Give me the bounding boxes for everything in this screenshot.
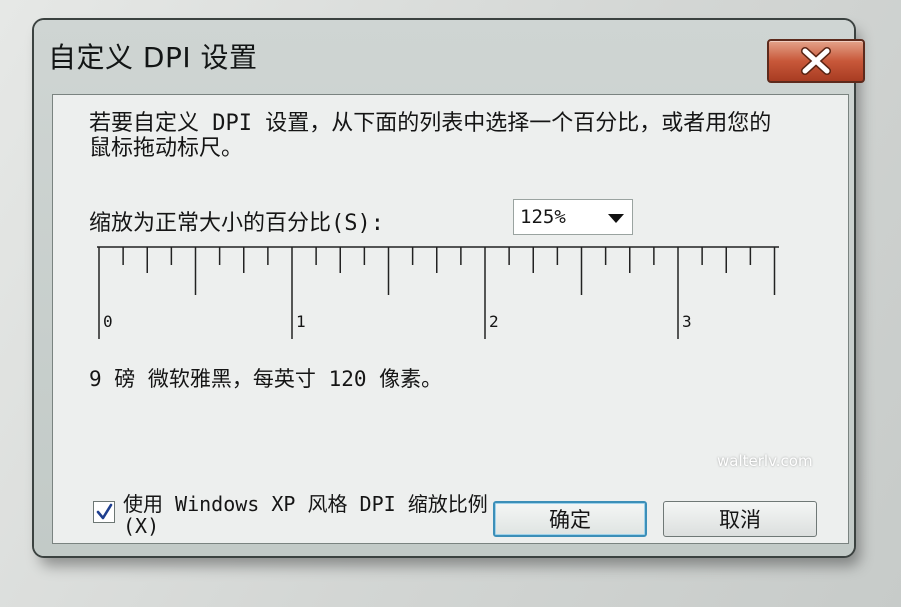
chevron-down-icon (608, 214, 624, 223)
close-button[interactable] (767, 39, 865, 83)
dialog-body: 若要自定义 DPI 设置，从下面的列表中选择一个百分比，或者用您的鼠标拖动标尺。… (52, 94, 849, 544)
close-icon (801, 47, 831, 75)
ruler-graphic: 0 1 2 3 (97, 246, 779, 339)
xp-scaling-label[interactable]: 使用 Windows XP 风格 DPI 缩放比例(X) (123, 493, 493, 537)
watermark-text: walterlv.com (717, 452, 813, 470)
instructions-text: 若要自定义 DPI 设置，从下面的列表中选择一个百分比，或者用您的鼠标拖动标尺。 (89, 111, 772, 161)
scale-dropdown[interactable]: 125% (513, 199, 633, 235)
ruler-label: 3 (682, 312, 692, 331)
ruler-label: 2 (489, 312, 499, 331)
window-title: 自定义 DPI 设置 (48, 41, 258, 74)
ruler-label: 0 (103, 312, 113, 331)
checkmark-icon (96, 503, 113, 520)
xp-scaling-checkbox[interactable] (93, 501, 115, 523)
scale-label: 缩放为正常大小的百分比(S): (89, 211, 384, 236)
dpi-ruler[interactable]: 0 1 2 3 (97, 243, 787, 343)
ok-button[interactable]: 确定 (493, 501, 647, 537)
cancel-button[interactable]: 取消 (663, 501, 817, 537)
font-info-text: 9 磅 微软雅黑，每英寸 120 像素。 (89, 367, 443, 391)
ruler-label: 1 (296, 312, 306, 331)
custom-dpi-dialog: 自定义 DPI 设置 若要自定义 DPI 设置，从下面的列表中选择一个百分比，或… (34, 20, 865, 556)
scale-dropdown-value: 125% (520, 206, 566, 228)
